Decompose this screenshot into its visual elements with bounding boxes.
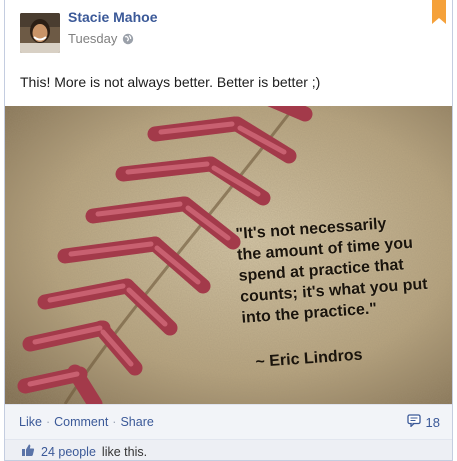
- comment-bubble-icon: [406, 414, 421, 430]
- post-message: This! More is not always better. Better …: [20, 74, 321, 90]
- comment-count-button[interactable]: 18: [406, 414, 440, 430]
- author-name[interactable]: Stacie Mahoe: [68, 9, 157, 25]
- avatar[interactable]: [20, 13, 60, 53]
- action-separator: ·: [45, 415, 51, 429]
- globe-icon: [122, 33, 134, 45]
- post-meta: Tuesday: [68, 31, 134, 46]
- like-link[interactable]: Like: [19, 415, 42, 429]
- post-timestamp[interactable]: Tuesday: [68, 31, 117, 46]
- post-action-bar: Like · Comment · Share 18: [5, 404, 452, 439]
- post-card: Stacie Mahoe Tuesday This! More is not a…: [4, 0, 453, 461]
- likes-summary: 24 people like this.: [5, 439, 452, 460]
- action-links: Like · Comment · Share: [19, 415, 154, 429]
- likers-link[interactable]: 24 people: [41, 445, 96, 459]
- post-photo[interactable]: "It's not necessarily the amount of time…: [5, 106, 452, 404]
- share-link[interactable]: Share: [120, 415, 153, 429]
- comment-link[interactable]: Comment: [54, 415, 108, 429]
- action-separator: ·: [112, 415, 117, 429]
- likes-suffix: like this.: [101, 444, 148, 459]
- thumbs-up-icon: [21, 443, 35, 460]
- comment-count: 18: [425, 414, 440, 430]
- bookmark-icon[interactable]: [432, 0, 446, 24]
- photo-quote-text: "It's not necessarily the amount of time…: [235, 210, 447, 329]
